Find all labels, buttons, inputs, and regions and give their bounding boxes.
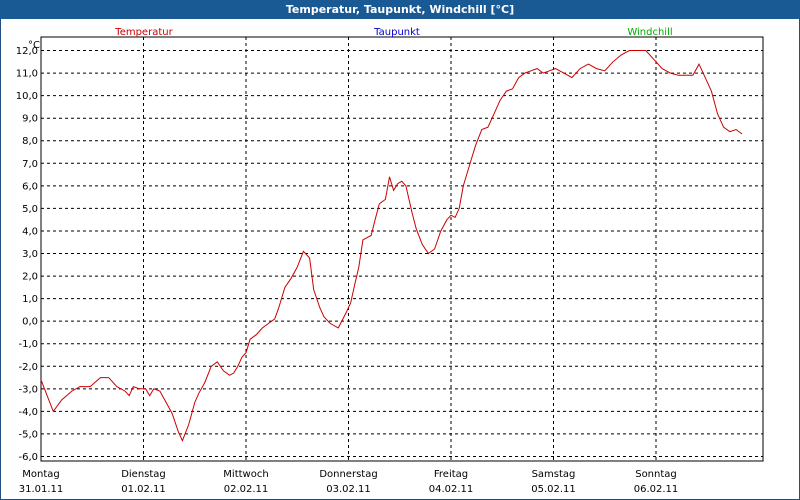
y-tick-label: 10,0: [16, 91, 38, 102]
legend-taupunkt: Taupunkt: [373, 27, 420, 38]
x-tick-date-label: 02.02.11: [224, 484, 269, 495]
x-tick-day-label: Freitag: [434, 469, 468, 480]
x-tick-date-label: 31.01.11: [19, 484, 64, 495]
legend-windchill: Windchill: [627, 27, 672, 38]
x-tick-date-label: 01.02.11: [121, 484, 166, 495]
y-tick-label: 0,0: [22, 317, 38, 328]
y-tick-label: -6,0: [18, 452, 38, 463]
x-tick-date-label: 05.02.11: [531, 484, 576, 495]
y-tick-label: -4,0: [18, 407, 38, 418]
y-tick-label: 3,0: [22, 249, 38, 260]
x-tick-day-label: Mittwoch: [223, 469, 268, 480]
y-tick-label: 11,0: [16, 69, 38, 80]
y-tick-label: 9,0: [22, 114, 38, 125]
y-tick-label: -1,0: [18, 339, 38, 350]
y-tick-label: -3,0: [18, 384, 38, 395]
y-tick-label: 6,0: [22, 181, 38, 192]
y-tick-label: 8,0: [22, 136, 38, 147]
legend-temperatur: Temperatur: [114, 27, 173, 38]
series-line-temperatur: [40, 50, 743, 442]
x-tick-day-label: Donnerstag: [319, 469, 377, 480]
x-tick-date-label: 06.02.11: [634, 484, 679, 495]
plot-area-border: [40, 36, 764, 462]
x-tick-day-label: Dienstag: [121, 469, 166, 480]
y-tick-label: 2,0: [22, 272, 38, 283]
x-tick-day-label: Samstag: [532, 469, 576, 480]
x-tick-day-label: Sonntag: [635, 469, 677, 480]
y-tick-label: -2,0: [18, 362, 38, 373]
x-tick-day-label: Montag: [22, 469, 59, 480]
x-tick-date-label: 03.02.11: [326, 484, 371, 495]
y-tick-label: 1,0: [22, 294, 38, 305]
y-tick-label: 7,0: [22, 159, 38, 170]
y-axis-unit-label: °C: [28, 40, 40, 51]
x-tick-date-label: 04.02.11: [429, 484, 474, 495]
y-tick-label: 5,0: [22, 204, 38, 215]
y-tick-label: 4,0: [22, 226, 38, 237]
temperature-chart: 12,011,010,09,08,07,06,05,04,03,02,01,00…: [16, 27, 764, 495]
y-tick-label: -5,0: [18, 429, 38, 440]
